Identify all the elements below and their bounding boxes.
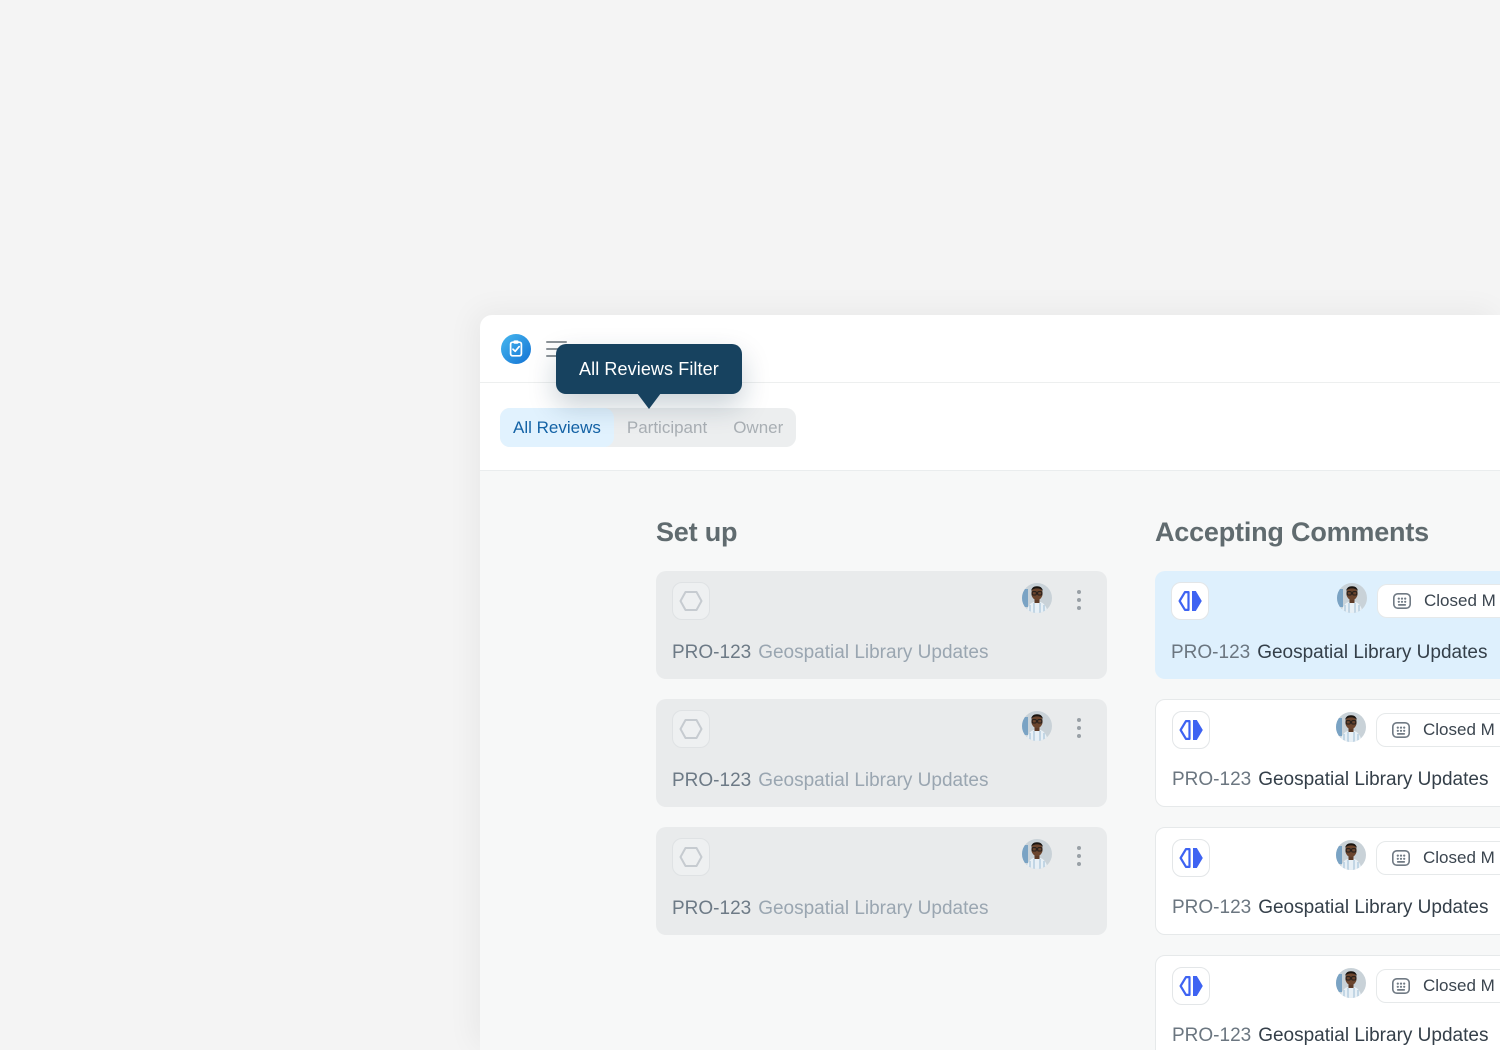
column-accepting-comments: Accepting Comments Closed M PRO-123Geo bbox=[1155, 516, 1500, 1050]
avatar bbox=[1337, 583, 1367, 613]
hexagon-half-filled-icon bbox=[1172, 839, 1210, 877]
kebab-menu-icon[interactable] bbox=[1075, 718, 1083, 738]
review-card[interactable]: PRO-123 Geospatial Library Updates bbox=[656, 827, 1107, 935]
review-card[interactable]: Closed M PRO-123 Geospatial Library Updat… bbox=[1155, 571, 1500, 679]
calendar-icon bbox=[1391, 720, 1411, 740]
hexagon-half-filled-icon bbox=[1172, 967, 1210, 1005]
hexagon-half-filled-icon bbox=[1172, 711, 1210, 749]
hexagon-half-filled-icon bbox=[1171, 582, 1209, 620]
kebab-menu-icon[interactable] bbox=[1075, 846, 1083, 866]
tab-label: All Reviews bbox=[513, 418, 601, 438]
card-title: Geospatial Library Updates bbox=[1258, 1025, 1488, 1046]
card-id: PRO-123 bbox=[1171, 642, 1250, 663]
review-card[interactable]: Closed M PRO-123 Geospatial Library Updat… bbox=[1155, 827, 1500, 935]
column-set-up: Set up PRO-123 Geospatial Library Updates bbox=[656, 516, 1107, 1050]
avatar bbox=[1336, 840, 1366, 870]
clipboard-check-icon bbox=[501, 334, 531, 364]
card-title: Geospatial Library Updates bbox=[1258, 897, 1488, 918]
avatar bbox=[1336, 968, 1366, 998]
closed-date-badge[interactable]: Closed M bbox=[1376, 713, 1500, 747]
badge-label: Closed M bbox=[1423, 976, 1495, 996]
avatar bbox=[1336, 712, 1366, 742]
card-title: Geospatial Library Updates bbox=[758, 770, 988, 791]
badge-label: Closed M bbox=[1424, 591, 1496, 611]
card-id: PRO-123 bbox=[672, 770, 751, 791]
card-id: PRO-123 bbox=[1172, 1025, 1251, 1046]
hexagon-outline-icon bbox=[672, 582, 710, 620]
filter-tabs: All Reviews Participant Owner bbox=[500, 408, 796, 447]
reviews-app-window: All Reviews Filter All Reviews Participa… bbox=[480, 315, 1500, 1050]
tooltip-label: All Reviews Filter bbox=[579, 359, 719, 380]
column-title: Accepting Comments bbox=[1155, 516, 1500, 548]
tab-label: Participant bbox=[627, 418, 707, 438]
hexagon-outline-icon bbox=[672, 710, 710, 748]
tooltip-arrow bbox=[637, 393, 661, 409]
tab-participant[interactable]: Participant bbox=[614, 408, 720, 447]
card-title: Geospatial Library Updates bbox=[1258, 769, 1488, 790]
tab-label: Owner bbox=[733, 418, 783, 438]
closed-date-badge[interactable]: Closed M bbox=[1376, 969, 1500, 1003]
kebab-menu-icon[interactable] bbox=[1075, 590, 1083, 610]
calendar-icon bbox=[1391, 976, 1411, 996]
avatar bbox=[1022, 839, 1052, 869]
card-title: Geospatial Library Updates bbox=[758, 898, 988, 919]
badge-label: Closed M bbox=[1423, 720, 1495, 740]
review-card[interactable]: PRO-123 Geospatial Library Updates bbox=[656, 699, 1107, 807]
tab-all-reviews[interactable]: All Reviews bbox=[500, 408, 614, 447]
column-title: Set up bbox=[656, 516, 1107, 548]
avatar bbox=[1022, 583, 1052, 613]
board-content: Set up PRO-123 Geospatial Library Updates bbox=[480, 470, 1500, 1050]
card-title: Geospatial Library Updates bbox=[1257, 642, 1487, 663]
hexagon-outline-icon bbox=[672, 838, 710, 876]
calendar-icon bbox=[1391, 848, 1411, 868]
calendar-icon bbox=[1392, 591, 1412, 611]
card-id: PRO-123 bbox=[672, 642, 751, 663]
badge-label: Closed M bbox=[1423, 848, 1495, 868]
closed-date-badge[interactable]: Closed M bbox=[1377, 584, 1500, 618]
card-title: Geospatial Library Updates bbox=[758, 642, 988, 663]
review-card[interactable]: Closed M PRO-123 Geospatial Library Updat… bbox=[1155, 955, 1500, 1050]
tab-owner[interactable]: Owner bbox=[720, 408, 796, 447]
review-card[interactable]: PRO-123 Geospatial Library Updates bbox=[656, 571, 1107, 679]
app-header: All Reviews Filter bbox=[480, 315, 1500, 383]
review-card[interactable]: Closed M PRO-123 Geospatial Library Updat… bbox=[1155, 699, 1500, 807]
card-id: PRO-123 bbox=[1172, 897, 1251, 918]
avatar bbox=[1022, 711, 1052, 741]
closed-date-badge[interactable]: Closed M bbox=[1376, 841, 1500, 875]
card-id: PRO-123 bbox=[672, 898, 751, 919]
card-id: PRO-123 bbox=[1172, 769, 1251, 790]
all-reviews-filter-tooltip: All Reviews Filter bbox=[556, 344, 742, 394]
